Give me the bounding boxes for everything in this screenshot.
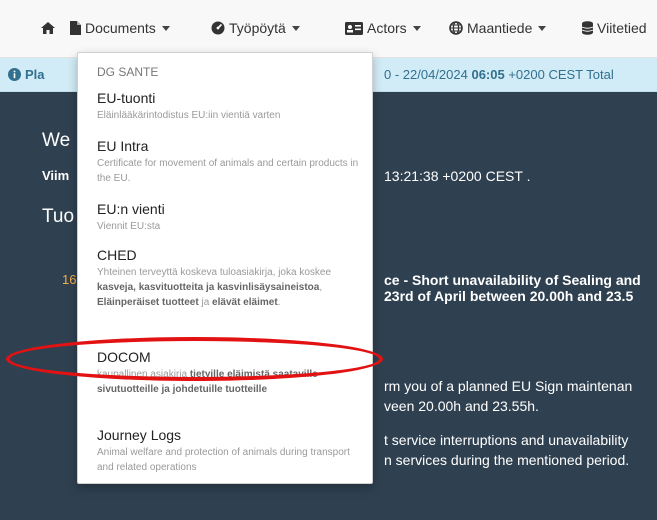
info-circle-icon	[8, 68, 21, 81]
info-banner-left: Pla	[8, 67, 45, 82]
chevron-down-icon	[291, 25, 300, 31]
chevron-down-icon	[538, 25, 547, 31]
info-banner-prefix: Pla	[25, 67, 45, 82]
news-body-line-1: rm you of a planned EU Sign maintenan	[384, 378, 633, 394]
nav-maantiede[interactable]: Maantiede	[449, 16, 547, 40]
nav-maantiede-label: Maantiede	[467, 20, 533, 36]
info-suffix: +0200 CEST Total	[504, 67, 614, 82]
menu-item-eu-tuonti[interactable]: EU-tuonti Eläinlääkärintodistus EU:iin v…	[97, 89, 359, 123]
annotation-ellipse	[6, 337, 383, 381]
desc-bold: elävät eläimet	[212, 297, 278, 308]
info-time: 06:05	[471, 67, 505, 82]
nav-tyopoyta[interactable]: Työpöytä	[211, 16, 300, 40]
globe-icon	[449, 21, 463, 35]
menu-item-title: EU-tuonti	[97, 90, 156, 106]
menu-item-title: EU:n vienti	[97, 201, 165, 217]
nav-documents[interactable]: Documents	[70, 16, 170, 40]
info-banner-text: 0 - 22/04/2024 06:05 +0200 CEST Total	[384, 67, 614, 82]
menu-item-eu-intra[interactable]: EU Intra Certificate for movement of ani…	[97, 137, 359, 186]
nav-documents-label: Documents	[85, 20, 156, 36]
welcome-heading: We	[42, 130, 71, 151]
menu-item-description: Eläinlääkärintodistus EU:iin vientiä var…	[97, 110, 281, 121]
menu-item-description: Certificate for movement of animals and …	[97, 158, 359, 184]
menu-item-ched[interactable]: CHED Yhteinen terveyttä koskeva tuloasia…	[97, 246, 359, 310]
news-body-line-3: t service interruptions and unavailabili…	[384, 432, 629, 448]
nav-viitetiedot-label: Viitetied	[597, 20, 647, 36]
last-login-time: 13:21:38 +0200 CEST .	[384, 168, 531, 184]
menu-item-title: Journey Logs	[97, 427, 182, 443]
nav-actors[interactable]: Actors	[345, 16, 421, 40]
info-date-range: 0 - 22/04/2024	[384, 67, 472, 82]
nav-actors-label: Actors	[367, 20, 407, 36]
news-body-line-4: n services during the mentioned period.	[384, 452, 630, 468]
home-icon	[40, 21, 56, 35]
menu-item-title: CHED	[97, 247, 137, 263]
news-heading: Tuo	[42, 206, 75, 227]
dropdown-header: DG SANTE	[97, 65, 159, 79]
chevron-down-icon	[412, 25, 421, 31]
desc-text: ,	[319, 282, 323, 293]
database-icon	[582, 21, 593, 35]
news-body-line-2: veen 20.00h and 23.55h.	[384, 398, 539, 414]
news-title-line-1[interactable]: ce - Short unavailability of Sealing and	[384, 272, 641, 288]
desc-text: ja	[198, 297, 213, 308]
menu-item-title: EU Intra	[97, 138, 149, 154]
menu-item-journey-logs[interactable]: Journey Logs Animal welfare and protecti…	[97, 426, 359, 475]
menu-item-description: Viennit EU:sta	[97, 221, 161, 232]
desc-bold: Eläinperäiset tuotteet	[97, 297, 199, 308]
dashboard-icon	[211, 21, 225, 35]
last-login-label: Viim	[42, 168, 70, 183]
news-title-line-2[interactable]: 23rd of April between 20.00h and 23.5	[384, 288, 633, 304]
id-card-icon	[345, 21, 363, 35]
top-navbar: Documents Työpöytä Actors Maantiede Viit…	[0, 0, 657, 58]
nav-tyopoyta-label: Työpöytä	[229, 20, 286, 36]
document-icon	[70, 21, 81, 35]
nav-viitetiedot[interactable]: Viitetied	[582, 16, 647, 40]
desc-text: .	[277, 297, 281, 308]
news-date-badge: 16	[62, 272, 77, 287]
desc-text: Yhteinen terveyttä koskeva tuloasiakirja…	[97, 267, 332, 278]
desc-bold: kasveja, kasvituotteita ja kasvinlisäysa…	[97, 282, 320, 293]
menu-item-description: Animal welfare and protection of animals…	[97, 447, 350, 473]
chevron-down-icon	[161, 25, 170, 31]
menu-item-description: Yhteinen terveyttä koskeva tuloasiakirja…	[97, 265, 359, 310]
menu-item-eu-vienti[interactable]: EU:n vienti Viennit EU:sta	[97, 200, 359, 234]
nav-home[interactable]	[40, 16, 60, 40]
documents-dropdown-menu: DG SANTE EU-tuonti Eläinlääkärintodistus…	[77, 52, 373, 484]
